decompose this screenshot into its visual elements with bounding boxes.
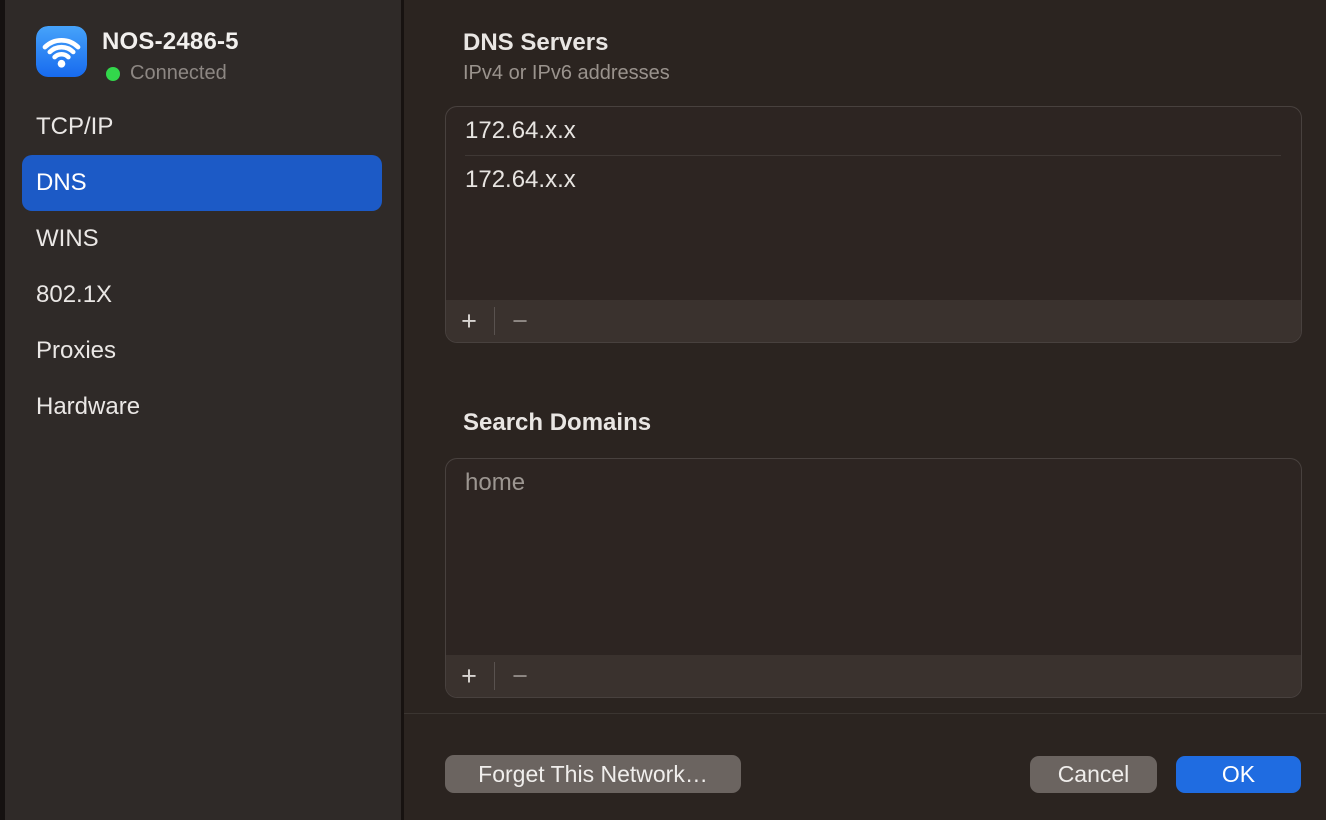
ok-button[interactable]: OK	[1176, 756, 1301, 793]
dns-servers-subtitle: IPv4 or IPv6 addresses	[463, 62, 670, 85]
add-dns-server-button[interactable]: +	[454, 306, 484, 336]
sidebar-item-proxies[interactable]: Proxies	[22, 323, 382, 379]
network-info: NOS-2486-5 Connected	[102, 26, 239, 85]
dns-server-value: 172.64.x.x	[465, 117, 576, 145]
search-domains-title: Search Domains	[463, 409, 651, 437]
search-domain-entry[interactable]: home	[446, 459, 1301, 507]
sidebar-item-label: DNS	[36, 169, 87, 197]
sidebar-nav: TCP/IP DNS WINS 802.1X Proxies Hardware	[22, 99, 382, 435]
sidebar-item-label: TCP/IP	[36, 113, 113, 141]
dns-servers-rows: 172.64.x.x 172.64.x.x	[446, 107, 1301, 300]
sidebar-item-dns[interactable]: DNS	[22, 155, 382, 211]
detail-panel: DNS Servers IPv4 or IPv6 addresses 172.6…	[404, 0, 1326, 820]
sidebar-item-label: WINS	[36, 225, 99, 253]
dns-servers-list-toolbar: + −	[446, 300, 1301, 342]
sidebar-item-label: 802.1X	[36, 281, 112, 309]
network-name: NOS-2486-5	[102, 28, 239, 56]
search-domains-list: home + −	[445, 458, 1302, 698]
dns-servers-list: 172.64.x.x 172.64.x.x + −	[445, 106, 1302, 343]
network-status: Connected	[102, 62, 239, 85]
search-domains-rows: home	[446, 459, 1301, 655]
dns-server-entry[interactable]: 172.64.x.x	[446, 107, 1301, 155]
dns-server-value: 172.64.x.x	[465, 166, 576, 194]
sidebar-item-label: Hardware	[36, 393, 140, 421]
sidebar-item-wins[interactable]: WINS	[22, 211, 382, 267]
sidebar: NOS-2486-5 Connected TCP/IP DNS WINS 802…	[5, 0, 401, 820]
remove-dns-server-button[interactable]: −	[505, 306, 535, 336]
wifi-icon	[36, 26, 87, 77]
forget-network-button[interactable]: Forget This Network…	[445, 755, 741, 793]
dns-servers-title: DNS Servers	[463, 29, 608, 57]
sidebar-item-hardware[interactable]: Hardware	[22, 379, 382, 435]
toolbar-separator	[494, 307, 495, 335]
add-search-domain-button[interactable]: +	[454, 661, 484, 691]
connected-status-dot-icon	[106, 67, 120, 81]
search-domains-list-toolbar: + −	[446, 655, 1301, 697]
cancel-button[interactable]: Cancel	[1030, 756, 1157, 793]
sidebar-item-8021x[interactable]: 802.1X	[22, 267, 382, 323]
sidebar-item-tcpip[interactable]: TCP/IP	[22, 99, 382, 155]
toolbar-separator	[494, 662, 495, 690]
sidebar-item-label: Proxies	[36, 337, 116, 365]
dns-server-entry[interactable]: 172.64.x.x	[446, 156, 1301, 204]
search-domain-value: home	[465, 469, 525, 497]
connected-status-label: Connected	[130, 62, 227, 85]
network-header: NOS-2486-5 Connected	[36, 26, 239, 85]
footer-divider	[404, 713, 1326, 714]
remove-search-domain-button[interactable]: −	[505, 661, 535, 691]
